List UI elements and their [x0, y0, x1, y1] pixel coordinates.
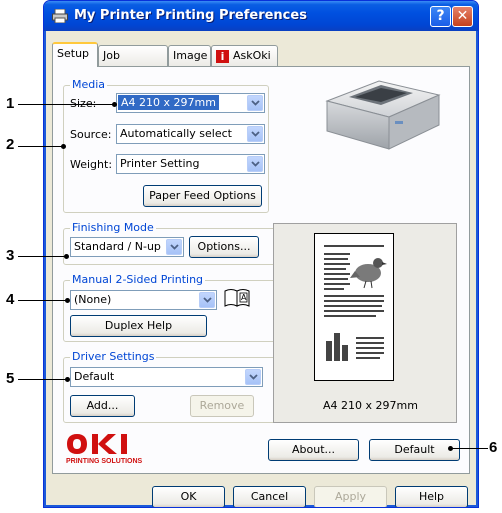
about-button[interactable]: About...	[268, 439, 359, 461]
callout-3: 3	[6, 247, 15, 264]
tab-image[interactable]: Image	[168, 45, 211, 66]
window-title: My Printer Printing Preferences	[74, 8, 307, 23]
driver-settings-value: Default	[74, 370, 115, 383]
chevron-down-icon[interactable]	[247, 126, 263, 142]
finishing-options-button[interactable]: Options...	[189, 236, 259, 258]
weight-select[interactable]: Printer Setting	[116, 154, 265, 174]
finishing-mode-select[interactable]: Standard / N-up	[70, 237, 184, 257]
tab-askoki-label: AskOki	[233, 49, 271, 62]
close-button[interactable]: ✕	[452, 6, 473, 27]
callout-1: 1	[6, 95, 15, 112]
cancel-button[interactable]: Cancel	[233, 486, 306, 507]
weight-value: Printer Setting	[120, 157, 200, 170]
finishing-mode-title: Finishing Mode	[70, 221, 156, 234]
callout-2: 2	[6, 136, 15, 153]
callout-dot-3	[64, 254, 69, 259]
callout-4: 4	[6, 291, 15, 308]
chevron-down-icon[interactable]	[199, 292, 215, 308]
callout-dot-5	[65, 377, 70, 382]
callout-dot-4	[65, 298, 70, 303]
default-button[interactable]: Default	[369, 439, 460, 461]
manual-2-sided-title: Manual 2-Sided Printing	[70, 273, 206, 286]
paper-feed-options-button[interactable]: Paper Feed Options	[143, 185, 262, 207]
page-preview-image	[314, 233, 394, 381]
printer-image	[325, 80, 441, 150]
preferences-dialog: My Printer Printing Preferences ? ✕ Setu…	[43, 0, 479, 508]
callout-5: 5	[6, 370, 15, 387]
callout-dot-6	[448, 446, 453, 451]
callout-line-5	[18, 379, 66, 380]
ok-button[interactable]: OK	[152, 486, 225, 507]
duplex-help-button[interactable]: Duplex Help	[70, 315, 207, 337]
callout-line-2	[18, 146, 62, 147]
callout-dot-2	[61, 144, 66, 149]
media-group-title: Media	[70, 78, 108, 91]
oki-tagline: PRINTING SOLUTIONS	[66, 458, 143, 465]
size-select[interactable]: A4 210 x 297mm	[116, 93, 265, 113]
book-icon	[224, 289, 250, 307]
callout-dot-1	[112, 102, 117, 107]
source-label: Source:	[70, 128, 112, 141]
driver-settings-title: Driver Settings	[70, 350, 157, 363]
source-select[interactable]: Automatically select	[116, 124, 265, 144]
size-value: A4 210 x 297mm	[118, 95, 219, 110]
callout-line-4	[18, 300, 66, 301]
remove-driver-setting-button[interactable]: Remove	[190, 395, 254, 417]
printer-icon	[52, 9, 68, 23]
callout-line-3	[18, 256, 65, 257]
help-button[interactable]: Help	[395, 486, 468, 507]
weight-label: Weight:	[70, 158, 113, 171]
add-driver-setting-button[interactable]: Add...	[70, 395, 135, 417]
callout-6: 6	[489, 439, 498, 456]
chevron-down-icon[interactable]	[245, 369, 261, 385]
oki-logo	[67, 434, 127, 454]
apply-button[interactable]: Apply	[314, 486, 387, 507]
tab-askoki[interactable]: i AskOki	[211, 45, 278, 66]
finishing-mode-value: Standard / N-up	[74, 240, 161, 253]
paper-size-readout: A4 210 x 297mm	[323, 399, 418, 412]
title-bar[interactable]: My Printer Printing Preferences ? ✕	[44, 1, 478, 31]
source-value: Automatically select	[120, 127, 232, 140]
chevron-down-icon[interactable]	[247, 156, 263, 172]
callout-line-6	[450, 448, 488, 449]
chevron-down-icon[interactable]	[166, 239, 182, 255]
tab-setup[interactable]: Setup	[52, 42, 98, 67]
help-title-button[interactable]: ?	[430, 6, 451, 27]
callout-line-1	[18, 104, 114, 105]
chevron-down-icon[interactable]	[247, 95, 263, 111]
two-sided-value: (None)	[74, 293, 112, 306]
askoki-icon: i	[216, 49, 229, 63]
two-sided-select[interactable]: (None)	[70, 290, 217, 310]
book-icon-letter: A	[241, 293, 247, 302]
driver-settings-select[interactable]: Default	[70, 367, 263, 387]
tab-job-options[interactable]: Job Options	[98, 45, 168, 81]
